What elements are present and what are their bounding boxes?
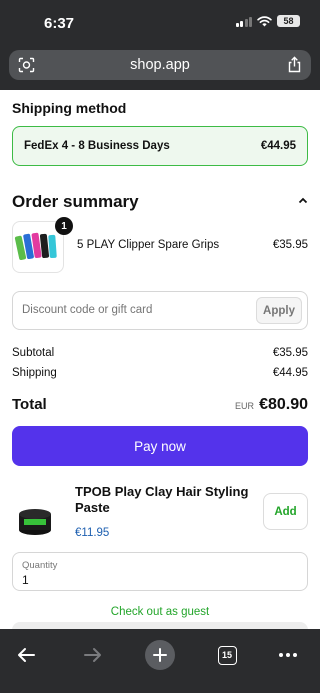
- shipping-label: Shipping: [12, 367, 57, 379]
- shipping-method-heading: Shipping method: [12, 100, 127, 116]
- cellular-signal-icon: [235, 16, 252, 27]
- shipping-option-price: €44.95: [260, 140, 296, 152]
- quantity-badge: 1: [55, 217, 73, 235]
- shipping-value: €44.95: [272, 367, 308, 379]
- subtotal-value: €35.95: [272, 347, 308, 359]
- back-button[interactable]: [10, 639, 42, 671]
- address-bar[interactable]: shop.app: [9, 50, 311, 80]
- order-summary-heading: Order summary: [12, 192, 139, 211]
- subtotal-row: Subtotal €35.95: [12, 347, 308, 359]
- more-dots-icon: [279, 653, 297, 657]
- discount-field[interactable]: Apply: [12, 291, 308, 330]
- line-item-name: 5 PLAY Clipper Spare Grips: [77, 239, 220, 251]
- tab-count: 15: [217, 645, 237, 665]
- more-menu-button[interactable]: [272, 639, 304, 671]
- total-currency: EUR: [235, 401, 255, 411]
- discount-input[interactable]: [22, 304, 242, 316]
- status-time: 6:37: [44, 15, 75, 32]
- quantity-label: Quantity: [22, 560, 58, 571]
- shipping-row: Shipping €44.95: [12, 367, 308, 379]
- quantity-value[interactable]: 1: [22, 573, 29, 587]
- forward-button[interactable]: [77, 639, 109, 671]
- shipping-option-selected[interactable]: FedEx 4 - 8 Business Days €44.95: [12, 126, 308, 166]
- pay-now-button[interactable]: Pay now: [12, 426, 308, 466]
- add-button[interactable]: Add: [263, 493, 308, 530]
- product-thumbnail: 1: [12, 217, 73, 273]
- arrow-left-icon: [18, 648, 35, 662]
- checkout-as-guest-link[interactable]: Check out as guest: [0, 606, 320, 618]
- status-icons: 58: [235, 15, 300, 27]
- browser-bottom-toolbar: 15: [0, 629, 320, 693]
- quantity-field[interactable]: Quantity 1: [12, 552, 308, 591]
- arrow-right-icon: [84, 648, 101, 662]
- chevron-up-icon[interactable]: [298, 197, 308, 204]
- hair-paste-image: [19, 509, 51, 535]
- new-tab-button[interactable]: [144, 639, 176, 671]
- subtotal-label: Subtotal: [12, 347, 55, 359]
- total-row: Total EUR €80.90: [12, 396, 308, 414]
- tab-switcher-button[interactable]: 15: [211, 639, 243, 671]
- battery-indicator: 58: [277, 15, 300, 27]
- total-label: Total: [12, 396, 47, 413]
- url-text: shop.app: [130, 57, 190, 73]
- wifi-icon: [257, 15, 272, 26]
- plus-icon: [145, 640, 175, 670]
- recommended-product-price: €11.95: [75, 527, 110, 539]
- total-value: €80.90: [259, 396, 308, 413]
- line-item-price: €35.95: [272, 239, 308, 251]
- browser-top-chrome: 6:37 58 shop.app: [0, 0, 320, 90]
- apply-button[interactable]: Apply: [256, 297, 302, 324]
- shipping-option-name: FedEx 4 - 8 Business Days: [24, 140, 170, 152]
- share-icon[interactable]: [287, 56, 302, 73]
- recommended-product-name: TPOB Play Clay Hair Styling Paste: [75, 484, 249, 515]
